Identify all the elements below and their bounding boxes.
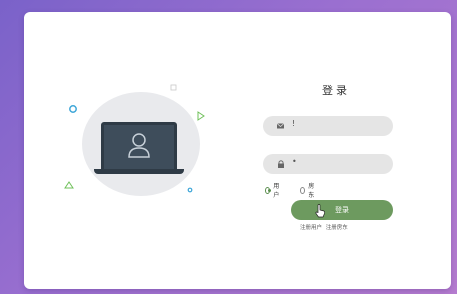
green-triangle-up-icon: [64, 181, 74, 189]
radio-landlord-label: 房东: [308, 183, 315, 199]
user-profile-icon: [128, 133, 150, 158]
radio-user-dot: [265, 186, 271, 194]
square-outline-icon: [170, 84, 177, 91]
register-user-link[interactable]: 注册用户: [300, 225, 322, 231]
green-triangle-right-icon: [197, 111, 205, 121]
hand-cursor-icon: [315, 204, 326, 218]
radio-user[interactable]: 用户: [265, 181, 281, 199]
blue-dot-icon: [187, 187, 193, 193]
blue-ring-icon: [69, 105, 77, 113]
login-title: 登录: [322, 84, 350, 97]
radio-user-label: 用户: [273, 183, 280, 199]
login-card: 登录 ! • 用户 房东 登录 注册用户 注册房东: [24, 12, 451, 289]
radio-landlord-dot: [300, 186, 306, 194]
username-value: !: [292, 119, 296, 128]
lock-icon: [278, 160, 284, 168]
laptop-base: [94, 169, 184, 174]
password-field[interactable]: •: [263, 154, 393, 174]
register-landlord-link[interactable]: 注册房东: [326, 225, 348, 231]
laptop-icon: [101, 122, 177, 172]
envelope-icon: [276, 123, 285, 129]
password-value: •: [292, 157, 297, 166]
login-button[interactable]: 登录: [291, 200, 393, 220]
illustration: [24, 12, 234, 289]
register-links: 注册用户 注册房东: [300, 223, 350, 231]
radio-landlord[interactable]: 房东: [300, 181, 316, 199]
username-field[interactable]: !: [263, 116, 393, 136]
